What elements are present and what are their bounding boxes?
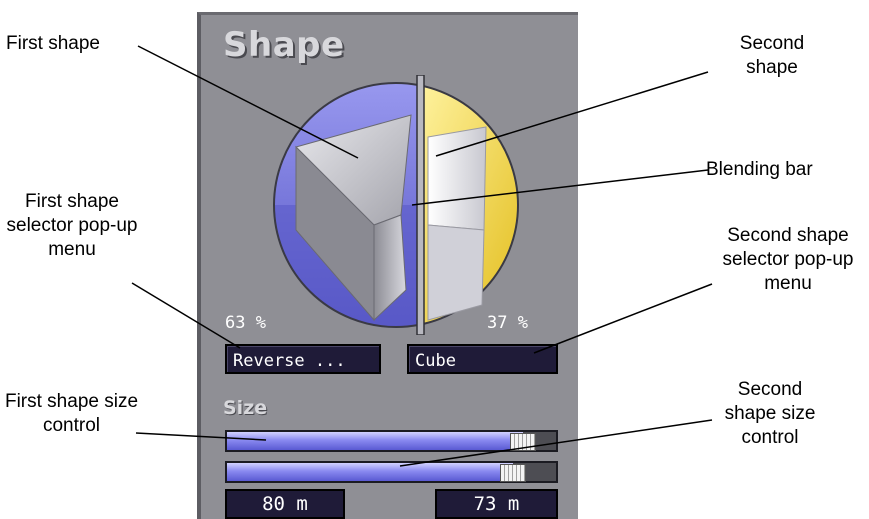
first-shape-size-value[interactable]: 80 m [225, 489, 345, 519]
second-shape-size-thumb[interactable] [500, 464, 526, 482]
callout-second-shape: Second shape [739, 33, 805, 78]
second-shape-percent: 37 % [487, 313, 528, 333]
callout-first-size: First shape size control [4, 391, 139, 436]
shape-preview [273, 75, 519, 335]
second-shape-size-slider[interactable] [225, 461, 558, 483]
first-shape-size-thumb[interactable] [510, 433, 536, 451]
panel-title: Shape [223, 25, 345, 65]
callout-first-shape: First shape [6, 33, 100, 54]
second-shape-selector[interactable]: Cube [407, 344, 558, 374]
first-shape-selector[interactable]: Reverse ... [225, 344, 381, 374]
size-label: Size [223, 397, 268, 419]
callout-first-selector: First shape selector pop-up menu [6, 191, 138, 260]
first-shape-size-slider[interactable] [225, 430, 558, 452]
callout-second-size: Second shape size control [724, 379, 816, 448]
blending-bar[interactable] [416, 75, 425, 335]
second-shape-size-value[interactable]: 73 m [435, 489, 558, 519]
callout-blending-bar: Blending bar [706, 159, 813, 180]
first-shape-size-fill [227, 432, 523, 450]
cube-shape-icon [427, 126, 487, 321]
second-shape-size-fill [227, 463, 513, 481]
shape-panel: Shape 63 % 37 % Reverse ... Cube Size 80… [197, 12, 578, 519]
callout-second-selector: Second shape selector pop-up menu [722, 225, 854, 294]
first-shape-percent: 63 % [225, 313, 266, 333]
